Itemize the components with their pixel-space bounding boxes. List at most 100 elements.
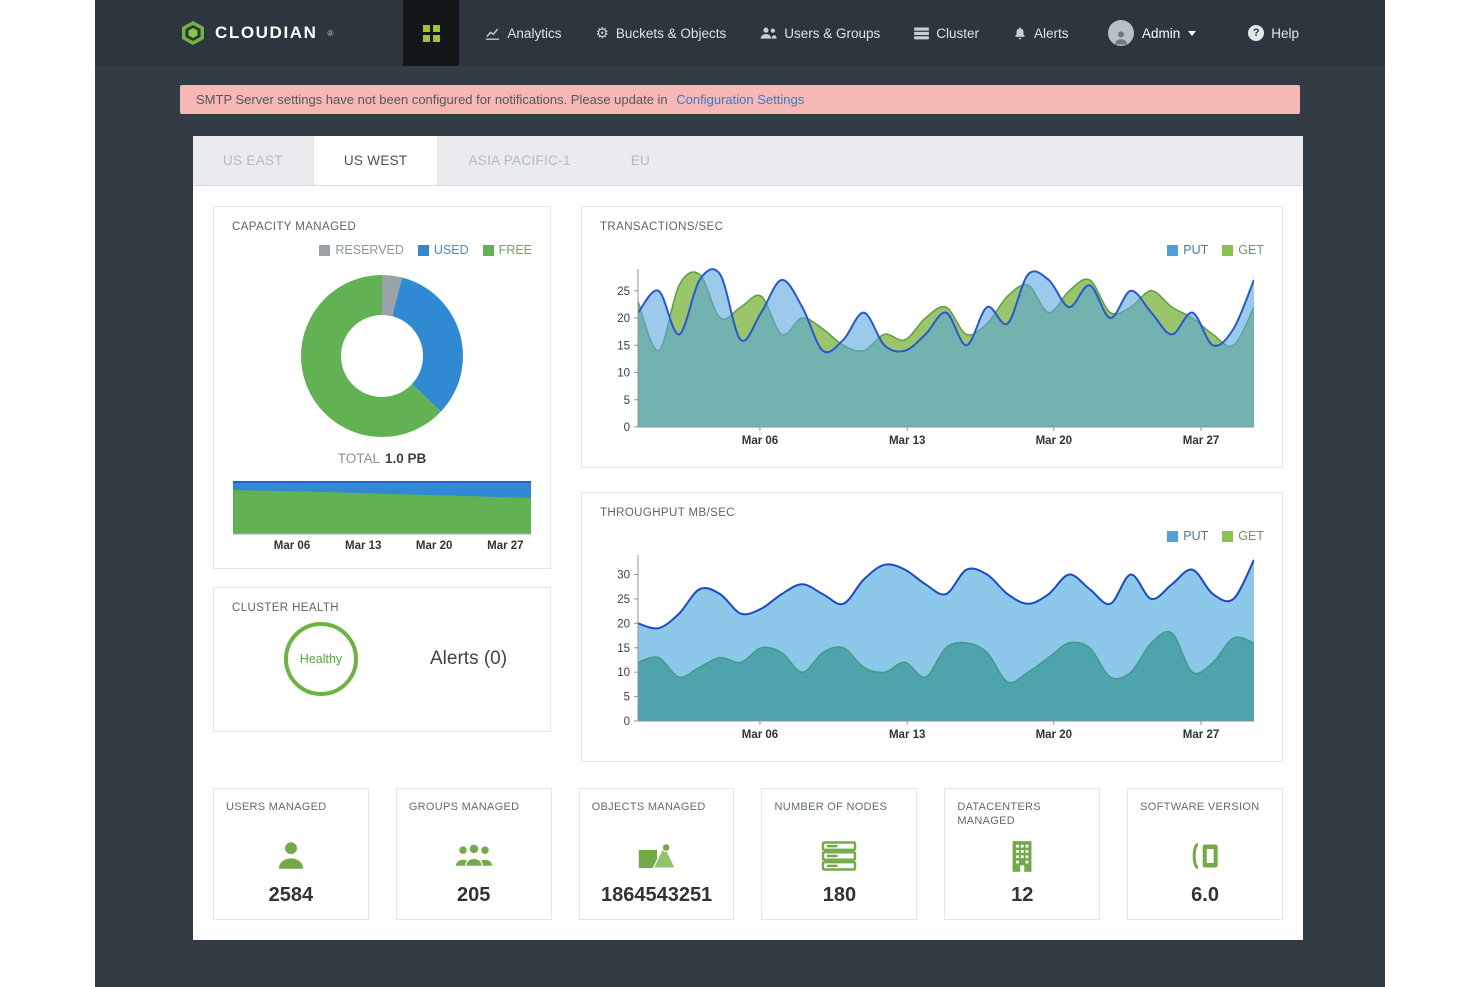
put-swatch: [1167, 245, 1178, 256]
group-icon: [409, 827, 539, 884]
alerts-count: Alerts (0): [430, 648, 507, 670]
nav-item-analytics[interactable]: Analytics: [485, 26, 561, 41]
svg-text:10: 10: [617, 667, 630, 679]
nodes-icon: [774, 827, 904, 884]
nav-label-analytics: Analytics: [507, 26, 561, 41]
stat-label: USERS MANAGED: [226, 801, 356, 827]
throughput-chart: 051015202530Mar 06Mar 13Mar 20Mar 27: [600, 547, 1264, 747]
throughput-panel: THROUGHPUT MB/SEC PUT GET 051015202530Ma…: [581, 492, 1283, 762]
stats-row: USERS MANAGED 2584 GROUPS MANAGED 205 OB…: [213, 788, 1283, 920]
legend-put: PUT: [1167, 243, 1208, 257]
nav-label-users-groups: Users & Groups: [784, 26, 880, 41]
stat-value: 205: [409, 884, 539, 907]
tab-eu[interactable]: EU: [601, 136, 680, 185]
transactions-title: TRANSACTIONS/SEC: [600, 221, 1264, 233]
cluster-health-title: CLUSTER HEALTH: [232, 602, 532, 614]
total-label: TOTAL: [338, 451, 380, 466]
capacity-donut-chart: [297, 271, 467, 441]
svg-text:30: 30: [617, 570, 630, 582]
used-label: USED: [434, 243, 469, 257]
stat-label: SOFTWARE VERSION: [1140, 801, 1270, 827]
stat-label: OBJECTS MANAGED: [592, 801, 722, 827]
datacenter-icon: [957, 829, 1087, 885]
svg-text:Mar 06: Mar 06: [274, 540, 310, 552]
svg-text:Mar 27: Mar 27: [1183, 729, 1219, 741]
admin-menu[interactable]: Admin: [1108, 20, 1196, 46]
nav-item-cluster[interactable]: Cluster: [914, 26, 979, 41]
get-label: GET: [1238, 243, 1264, 257]
svg-text:5: 5: [624, 395, 630, 407]
transactions-chart: 0510152025Mar 06Mar 13Mar 20Mar 27: [600, 261, 1264, 453]
help-menu[interactable]: ? Help: [1248, 25, 1299, 41]
svg-text:0: 0: [624, 716, 630, 728]
svg-text:20: 20: [617, 313, 630, 325]
nav-item-users-groups[interactable]: Users & Groups: [760, 26, 880, 41]
svg-text:Mar 20: Mar 20: [1036, 435, 1072, 447]
svg-text:15: 15: [617, 340, 630, 352]
svg-text:25: 25: [617, 286, 630, 298]
nav-label-buckets: Buckets & Objects: [616, 26, 726, 41]
health-status-badge: Healthy: [284, 622, 358, 696]
reserved-label: RESERVED: [335, 243, 404, 257]
gear-icon: ⚙: [595, 26, 608, 41]
objects-icon: [592, 827, 722, 884]
get-swatch: [1222, 245, 1233, 256]
stat-card-objects: OBJECTS MANAGED 1864543251: [579, 788, 735, 920]
svg-text:10: 10: [617, 368, 630, 380]
registered-mark: ®: [328, 29, 334, 38]
dashboard-card: US EAST US WEST ASIA PACIFIC-1 EU CAPACI…: [193, 136, 1303, 940]
nav-item-alerts[interactable]: Alerts: [1013, 26, 1069, 41]
help-label: Help: [1271, 26, 1299, 41]
capacity-trend-chart: Mar 06Mar 13Mar 20Mar 27: [232, 478, 532, 554]
admin-label: Admin: [1142, 26, 1180, 41]
tab-asia-pacific-1[interactable]: ASIA PACIFIC-1: [438, 136, 600, 185]
capacity-total: TOTAL 1.0 PB: [232, 451, 532, 466]
stat-card-datacenters: DATACENTERS MANAGED 12: [944, 788, 1100, 920]
users-icon: [760, 26, 777, 40]
cluster-icon: [914, 27, 929, 40]
put-label: PUT: [1183, 529, 1208, 543]
analytics-icon: [485, 26, 500, 41]
stat-label: DATACENTERS MANAGED: [957, 801, 1087, 829]
cloudian-logo[interactable]: CLOUDIAN ®: [180, 20, 333, 46]
reserved-swatch: [319, 245, 330, 256]
stat-card-groups: GROUPS MANAGED 205: [396, 788, 552, 920]
svg-text:Mar 13: Mar 13: [889, 435, 925, 447]
brand-name: CLOUDIAN: [215, 23, 318, 43]
stat-value: 6.0: [1140, 884, 1270, 907]
nav-dashboard-button[interactable]: [403, 0, 459, 66]
transactions-legend: PUT GET: [600, 243, 1264, 257]
cloudian-hexagon-icon: [180, 20, 206, 46]
top-navbar: CLOUDIAN ® Analytics ⚙ Buckets & Objects: [95, 0, 1385, 66]
configuration-settings-link[interactable]: Configuration Settings: [676, 92, 804, 107]
avatar: [1108, 20, 1134, 46]
stat-value: 2584: [226, 884, 356, 907]
get-swatch: [1222, 531, 1233, 542]
capacity-managed-panel: CAPACITY MANAGED RESERVED USED FREE TOTA…: [213, 206, 551, 569]
dashboard-content: CAPACITY MANAGED RESERVED USED FREE TOTA…: [193, 186, 1303, 940]
svg-text:Mar 27: Mar 27: [487, 540, 523, 552]
svg-text:Mar 13: Mar 13: [889, 729, 925, 741]
svg-text:Mar 06: Mar 06: [742, 729, 778, 741]
stat-value: 180: [774, 884, 904, 907]
stat-label: NUMBER OF NODES: [774, 801, 904, 827]
tab-us-east[interactable]: US EAST: [193, 136, 313, 185]
nav-item-buckets-objects[interactable]: ⚙ Buckets & Objects: [595, 26, 726, 41]
legend-used: USED: [418, 243, 469, 257]
svg-text:Mar 20: Mar 20: [416, 540, 452, 552]
help-icon: ?: [1248, 25, 1264, 41]
legend-free: FREE: [483, 243, 532, 257]
nav-links: Analytics ⚙ Buckets & Objects Users & Gr…: [485, 26, 1068, 41]
tab-us-west[interactable]: US WEST: [313, 136, 439, 185]
stat-value: 12: [957, 884, 1087, 907]
total-value: 1.0 PB: [385, 451, 426, 466]
svg-text:15: 15: [617, 643, 630, 655]
capacity-legend: RESERVED USED FREE: [232, 243, 532, 257]
user-icon: [226, 827, 356, 884]
put-swatch: [1167, 531, 1178, 542]
free-swatch: [483, 245, 494, 256]
svg-text:0: 0: [624, 422, 630, 434]
throughput-title: THROUGHPUT MB/SEC: [600, 507, 1264, 519]
legend-get: GET: [1222, 243, 1264, 257]
used-swatch: [418, 245, 429, 256]
